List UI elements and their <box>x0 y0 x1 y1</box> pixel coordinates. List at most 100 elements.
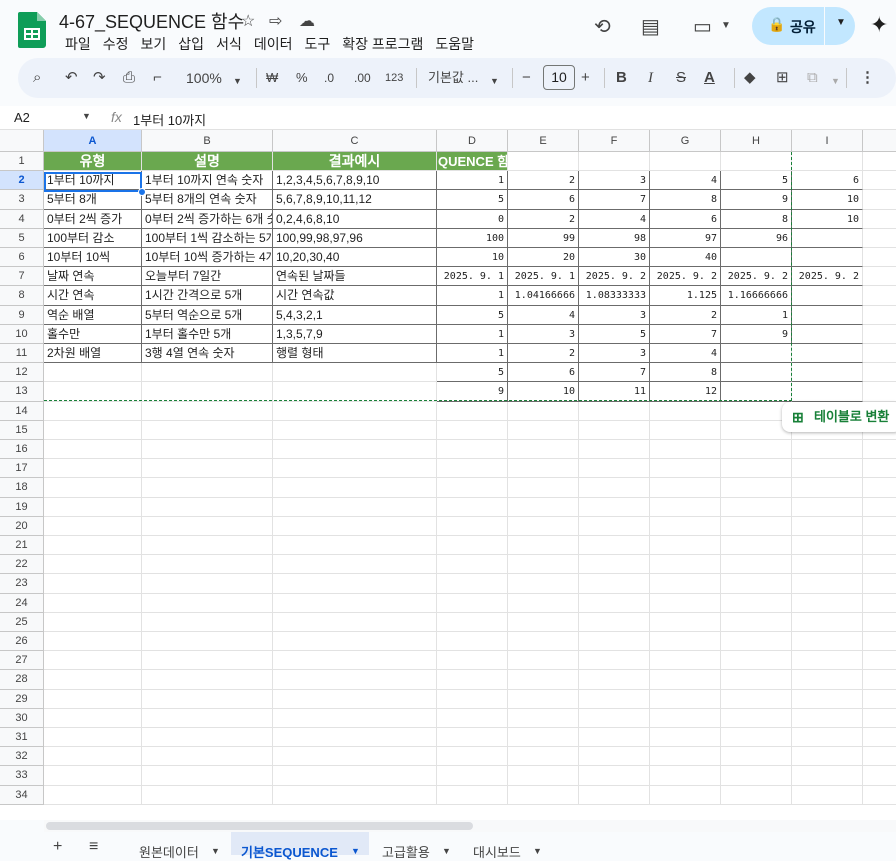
header-cell[interactable]: 설명 <box>142 152 273 172</box>
empty-cell[interactable] <box>44 785 142 805</box>
data-cell[interactable]: 날짜 연속 <box>44 267 142 287</box>
empty-cell[interactable] <box>863 766 896 786</box>
empty-cell[interactable] <box>650 593 721 613</box>
data-cell[interactable] <box>863 229 896 248</box>
data-cell[interactable]: 10부터 10씩 <box>44 248 142 268</box>
empty-cell[interactable] <box>792 459 863 479</box>
value-cell[interactable]: 2 <box>508 344 579 364</box>
data-cell[interactable]: 5부터 8개의 연속 숫자 <box>142 190 273 210</box>
empty-cell[interactable] <box>142 708 273 728</box>
empty-cell[interactable] <box>579 670 650 690</box>
empty-cell[interactable] <box>44 401 142 421</box>
empty-cell[interactable] <box>142 363 273 383</box>
value-cell[interactable]: 12 <box>650 382 721 402</box>
data-cell[interactable] <box>863 325 896 344</box>
row-header[interactable]: 28 <box>0 670 44 690</box>
column-header[interactable]: C <box>273 130 437 152</box>
menu-insert[interactable]: 삽입 <box>172 35 210 53</box>
history-icon[interactable]: ⟲ <box>594 14 611 39</box>
empty-cell[interactable] <box>650 536 721 556</box>
empty-cell[interactable] <box>437 478 508 498</box>
data-cell[interactable]: 5,4,3,2,1 <box>273 305 437 325</box>
scrollbar-thumb[interactable] <box>46 822 473 830</box>
row-header[interactable]: 9 <box>0 305 44 325</box>
empty-cell[interactable] <box>792 728 863 748</box>
value-cell[interactable]: 5 <box>579 324 650 344</box>
currency-format-button[interactable]: ₩ <box>266 68 278 88</box>
empty-cell[interactable] <box>721 555 792 575</box>
value-cell[interactable]: 4 <box>650 344 721 364</box>
empty-cell[interactable] <box>437 632 508 652</box>
empty-cell[interactable] <box>863 728 896 748</box>
empty-cell[interactable] <box>721 152 792 172</box>
empty-cell[interactable] <box>863 709 896 728</box>
empty-cell[interactable] <box>44 651 142 671</box>
empty-cell[interactable] <box>437 516 508 536</box>
empty-cell[interactable] <box>792 670 863 690</box>
empty-cell[interactable] <box>508 497 579 517</box>
row-header[interactable]: 23 <box>0 574 44 594</box>
empty-cell[interactable] <box>273 536 437 556</box>
empty-cell[interactable] <box>273 382 437 402</box>
empty-cell[interactable] <box>273 401 437 421</box>
decrease-decimal-button[interactable]: .0 <box>324 68 334 88</box>
empty-cell[interactable] <box>650 689 721 709</box>
row-header[interactable]: 33 <box>0 766 44 786</box>
meet-caret-icon[interactable]: ▼ <box>721 20 731 31</box>
row-header[interactable]: 32 <box>0 747 44 767</box>
empty-cell[interactable] <box>792 785 863 805</box>
empty-cell[interactable] <box>142 574 273 594</box>
empty-cell[interactable] <box>650 766 721 786</box>
empty-cell[interactable] <box>579 440 650 460</box>
data-cell[interactable]: 1시간 간격으로 5개 <box>142 286 273 306</box>
data-cell[interactable]: 오늘부터 7일간 <box>142 267 273 287</box>
row-header[interactable]: 29 <box>0 689 44 709</box>
empty-cell[interactable] <box>437 574 508 594</box>
column-header[interactable]: F <box>579 130 650 152</box>
empty-cell[interactable] <box>721 670 792 690</box>
empty-cell[interactable] <box>579 152 650 172</box>
value-cell[interactable]: 98 <box>579 228 650 248</box>
value-cell[interactable]: 1.16666666 <box>721 286 792 306</box>
empty-cell[interactable] <box>273 728 437 748</box>
empty-cell[interactable] <box>650 459 721 479</box>
data-cell[interactable]: 100,99,98,97,96 <box>273 228 437 248</box>
empty-cell[interactable] <box>863 517 896 536</box>
empty-cell[interactable] <box>508 440 579 460</box>
empty-cell[interactable] <box>142 670 273 690</box>
empty-cell[interactable] <box>721 574 792 594</box>
empty-cell[interactable] <box>437 766 508 786</box>
value-cell[interactable]: 1 <box>437 324 508 344</box>
empty-cell[interactable] <box>142 555 273 575</box>
row-header[interactable]: 22 <box>0 555 44 575</box>
data-cell[interactable] <box>863 344 896 364</box>
data-cell[interactable]: 5부터 역순으로 5개 <box>142 305 273 325</box>
value-cell[interactable]: 6 <box>508 190 579 210</box>
empty-cell[interactable] <box>273 363 437 383</box>
row-header[interactable]: 14 <box>0 401 44 421</box>
value-cell[interactable]: 6 <box>650 209 721 229</box>
data-cell[interactable]: 0부터 2씩 증가 <box>44 209 142 229</box>
row-header[interactable]: 4 <box>0 209 44 229</box>
value-cell[interactable]: 9 <box>721 324 792 344</box>
empty-cell[interactable] <box>863 690 896 709</box>
empty-cell[interactable] <box>579 536 650 556</box>
empty-cell[interactable] <box>721 440 792 460</box>
empty-cell[interactable] <box>44 593 142 613</box>
row-header[interactable]: 7 <box>0 267 44 287</box>
data-cell[interactable]: 홀수만 <box>44 324 142 344</box>
row-header[interactable]: 19 <box>0 497 44 517</box>
menu-file[interactable]: 파일 <box>59 35 97 53</box>
empty-cell[interactable] <box>579 747 650 767</box>
column-header[interactable] <box>863 130 896 152</box>
empty-cell[interactable] <box>863 786 896 805</box>
empty-cell[interactable] <box>792 747 863 767</box>
empty-cell[interactable] <box>273 516 437 536</box>
row-header[interactable]: 24 <box>0 593 44 613</box>
empty-cell[interactable] <box>579 612 650 632</box>
row-header[interactable]: 27 <box>0 651 44 671</box>
empty-cell[interactable] <box>863 536 896 556</box>
row-header[interactable]: 16 <box>0 440 44 460</box>
value-cell[interactable]: 8 <box>650 190 721 210</box>
empty-cell[interactable] <box>579 728 650 748</box>
